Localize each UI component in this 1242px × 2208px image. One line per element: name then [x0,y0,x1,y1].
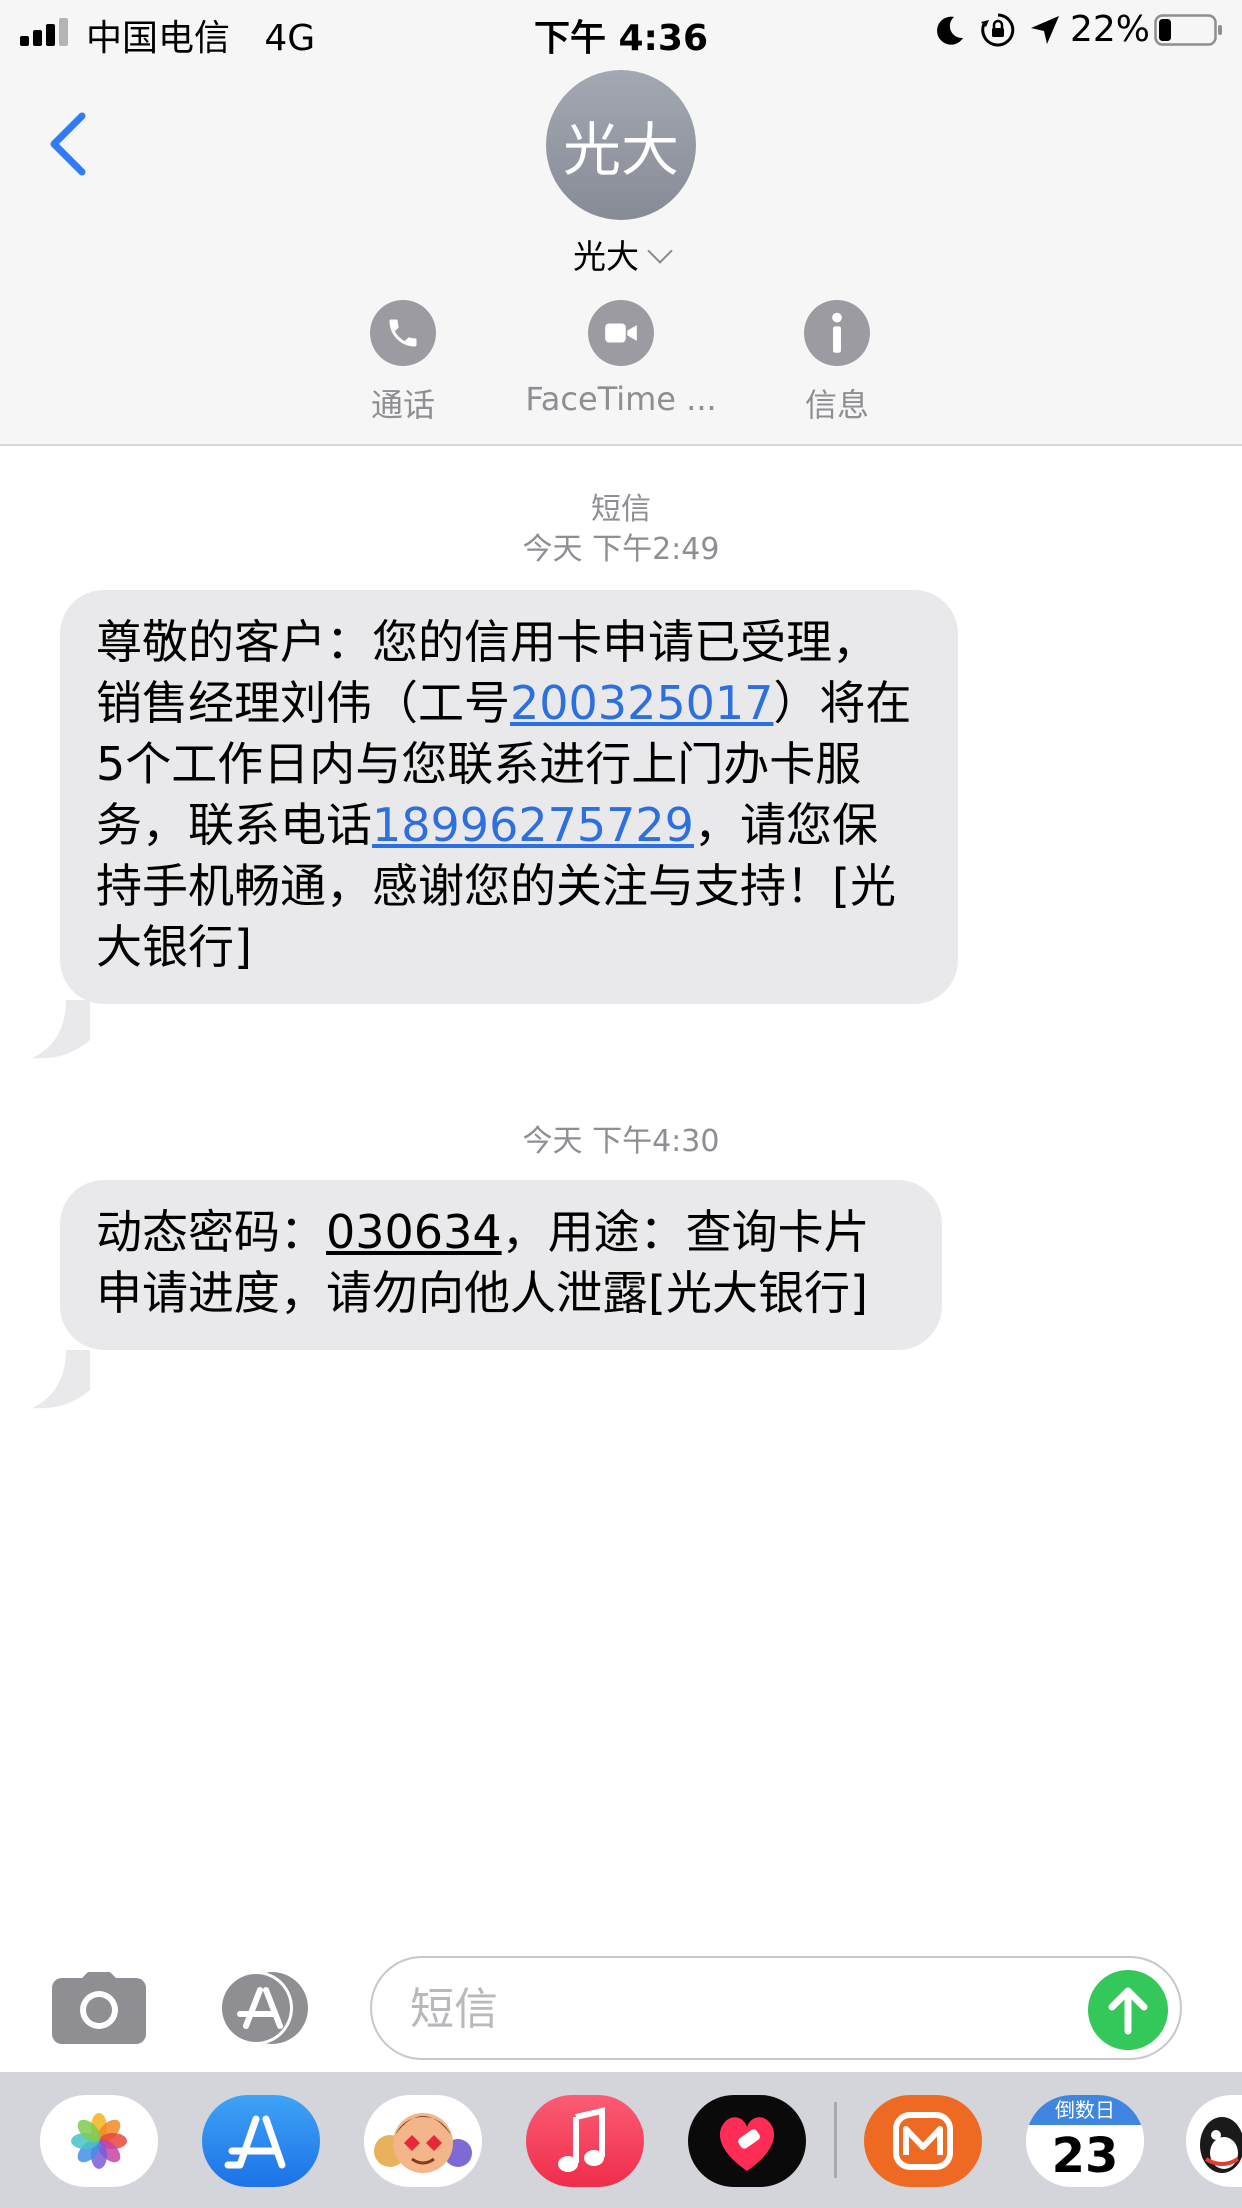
memoji-icon[interactable] [364,2095,482,2187]
contact-name-button[interactable]: 光大 [0,230,1242,278]
call-button[interactable]: 通话 [293,300,513,426]
drawer-divider [834,2102,837,2178]
call-label: 通话 [370,386,435,424]
message-text: 动态密码： [96,1205,326,1259]
message-bubble: 动态密码：030634，用途：查询卡片申请进度，请勿向他人泄露[光大银行] [60,1180,942,1350]
location-arrow-icon [1031,16,1059,44]
info-icon [804,300,870,366]
heart-app-icon[interactable] [688,2095,806,2187]
rotation-lock-icon [981,13,1015,47]
back-chevron-icon[interactable] [44,108,92,180]
app-store-icon[interactable] [210,1968,318,2048]
moon-icon [937,16,963,45]
send-button[interactable] [1088,1970,1168,2050]
battery-percent: 22% [1070,9,1151,50]
video-camera-icon [588,300,654,366]
message-timestamp: 今天 下午4:30 [522,1124,720,1159]
app-store-app-icon[interactable] [202,2095,320,2187]
facetime-label: FaceTime ... [525,380,717,418]
facetime-button[interactable]: FaceTime ... [511,300,731,418]
countdown-days-icon[interactable]: 倒数日 23 [1026,2095,1144,2187]
message-timestamp: 今天 下午2:49 [522,532,720,567]
battery-icon [1154,14,1222,46]
photos-icon[interactable] [40,2095,158,2187]
bubble-tail [32,1350,90,1409]
employee-number-link[interactable]: 200325017 [510,676,773,730]
info-label: 信息 [804,386,869,424]
verification-code[interactable]: 030634 [326,1205,502,1259]
message-bubble: 尊敬的客户：您的信用卡申请已受理，销售经理刘伟（工号200325017）将在5个… [60,590,958,1004]
arrow-up-icon [1108,1987,1148,2035]
status-bar: 中国电信 4G 下午 4:36 22% [0,0,1242,62]
contact-name: 光大 [573,237,639,276]
contact-avatar[interactable]: 光大 [546,70,696,220]
message-input-container [370,1956,1182,2060]
countdown-number: 23 [1026,2125,1144,2187]
bubble-tail [32,1000,90,1059]
message-input[interactable] [408,1972,1052,2046]
info-button[interactable]: 信息 [727,300,947,426]
phone-number-link[interactable]: 18996275729 [372,798,694,852]
imessage-app-drawer: 倒数日 23 [0,2072,1242,2208]
service-label: 短信 [591,492,651,527]
camera-icon[interactable] [52,1972,146,2044]
music-icon[interactable] [526,2095,644,2187]
conversation-header: 中国电信 4G 下午 4:36 22% 光大 光大 通话 FaceTime ..… [0,0,1242,446]
mango-tv-icon[interactable] [864,2095,982,2187]
phone-icon [370,300,436,366]
chevron-down-icon [647,238,673,264]
qq-icon[interactable] [1186,2095,1242,2187]
countdown-header: 倒数日 [1026,2095,1144,2125]
